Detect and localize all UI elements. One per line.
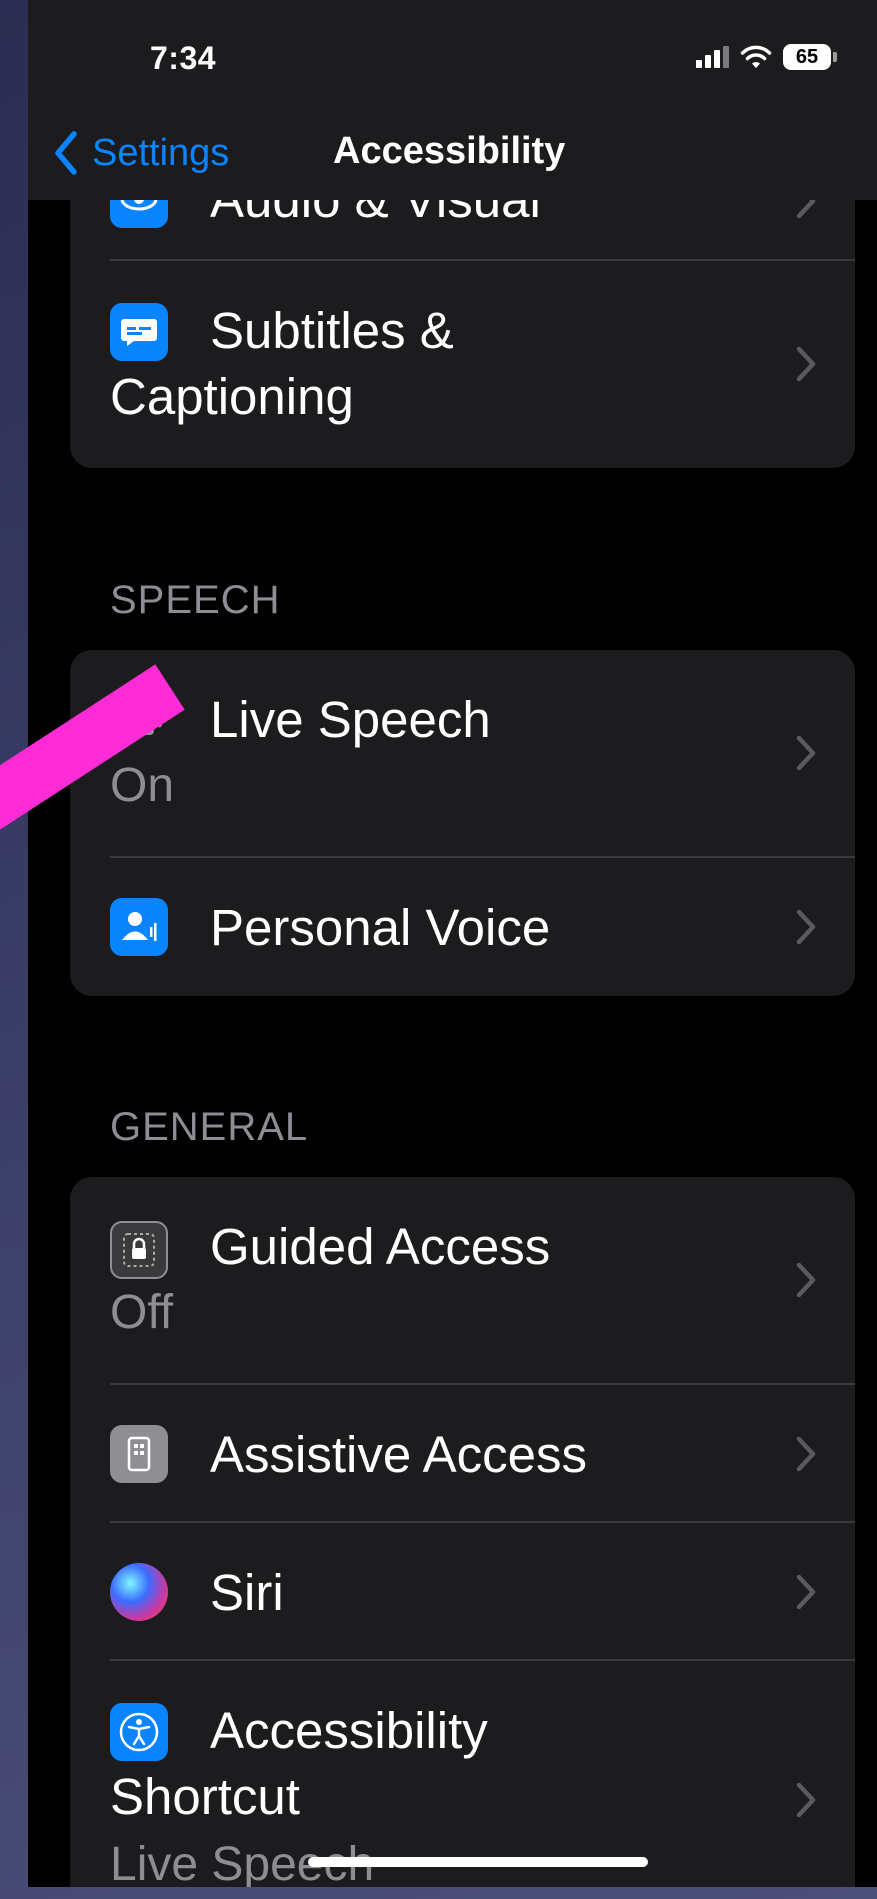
back-button[interactable]: Settings xyxy=(52,130,229,176)
speech-card: Live Speech On Personal Voice xyxy=(70,650,855,996)
chevron-left-icon xyxy=(55,131,77,175)
row-label: Assistive Access xyxy=(210,1426,587,1483)
row-live-speech[interactable]: Live Speech On xyxy=(70,650,855,856)
row-accessibility-shortcut[interactable]: Accessibility Shortcut Live Speech xyxy=(70,1661,855,1887)
battery-level: 65 xyxy=(783,44,831,70)
row-value: Off xyxy=(110,1286,174,1339)
chevron-right-icon xyxy=(796,346,816,382)
back-label: Settings xyxy=(92,131,230,174)
status-icons: 65 xyxy=(696,42,837,72)
row-assistive-access[interactable]: Assistive Access xyxy=(70,1385,855,1521)
navigation-bar: 7:34 65 Settings Accessibility xyxy=(28,0,877,200)
section-header-speech: SPEECH xyxy=(110,578,281,622)
chevron-right-icon xyxy=(796,1436,816,1472)
chevron-right-icon xyxy=(796,1574,816,1610)
chevron-right-icon xyxy=(796,909,816,945)
row-label: Personal Voice xyxy=(210,899,551,956)
wifi-icon xyxy=(740,45,772,68)
battery-icon: 65 xyxy=(783,44,837,70)
general-card: Guided Access Off Assistive Access Siri … xyxy=(70,1177,855,1887)
row-label: Siri xyxy=(210,1564,284,1621)
row-guided-access[interactable]: Guided Access Off xyxy=(70,1177,855,1383)
row-label-line1: Accessibility xyxy=(210,1702,488,1759)
chevron-right-icon xyxy=(796,1262,816,1298)
row-siri[interactable]: Siri xyxy=(70,1523,855,1659)
row-label-line2: Captioning xyxy=(110,368,354,425)
row-subtitles-captioning[interactable]: Subtitles & Captioning xyxy=(70,261,855,468)
chevron-right-icon xyxy=(796,1782,816,1818)
phone-screen: 7:34 65 Settings Accessibility Subtitles… xyxy=(28,0,877,1887)
row-label-line2: Shortcut xyxy=(110,1768,300,1825)
row-label-line1: Subtitles & xyxy=(210,302,454,359)
row-value: On xyxy=(110,759,175,812)
section-header-general: GENERAL xyxy=(110,1105,309,1149)
row-label: Guided Access xyxy=(210,1218,551,1275)
home-indicator[interactable] xyxy=(308,1857,648,1867)
page-title: Accessibility xyxy=(333,130,566,172)
row-personal-voice[interactable]: Personal Voice xyxy=(70,858,855,996)
status-time: 7:34 xyxy=(150,40,217,76)
cellular-signal-icon xyxy=(696,46,729,68)
chevron-right-icon xyxy=(796,735,816,771)
